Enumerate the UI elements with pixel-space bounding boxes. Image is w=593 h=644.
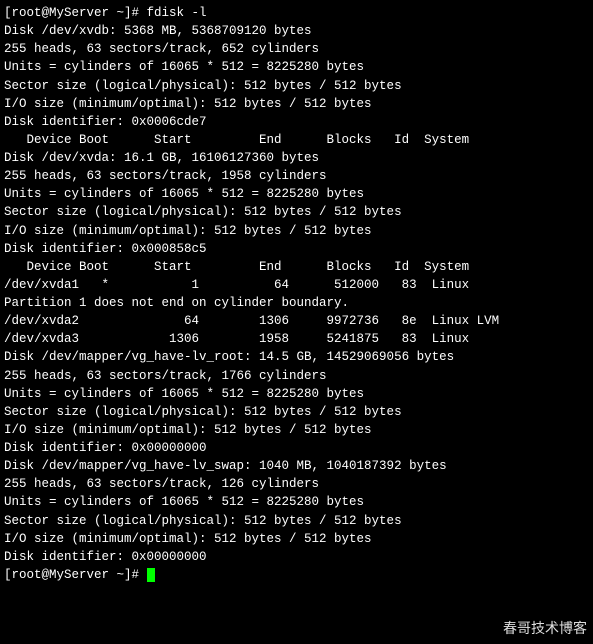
- disk-info: Disk identifier: 0x00000000: [4, 548, 589, 566]
- terminal-output: [root@MyServer ~]# fdisk -l Disk /dev/xv…: [4, 4, 589, 584]
- disk-info: Units = cylinders of 16065 * 512 = 82252…: [4, 58, 589, 76]
- disk-info: Sector size (logical/physical): 512 byte…: [4, 203, 589, 221]
- disk-info: Disk /dev/xvdb: 5368 MB, 5368709120 byte…: [4, 22, 589, 40]
- shell-prompt: [root@MyServer ~]#: [4, 6, 147, 20]
- disk-info: Units = cylinders of 16065 * 512 = 82252…: [4, 493, 589, 511]
- disk-info: I/O size (minimum/optimal): 512 bytes / …: [4, 95, 589, 113]
- disk-info: Sector size (logical/physical): 512 byte…: [4, 77, 589, 95]
- prompt-line[interactable]: [root@MyServer ~]#: [4, 566, 589, 584]
- disk-info: 255 heads, 63 sectors/track, 1766 cylind…: [4, 367, 589, 385]
- command-text: fdisk -l: [147, 6, 207, 20]
- disk-info: Disk identifier: 0x0006cde7: [4, 113, 589, 131]
- disk-info: Disk identifier: 0x000858c5: [4, 240, 589, 258]
- disk-info: 255 heads, 63 sectors/track, 652 cylinde…: [4, 40, 589, 58]
- disk-info: Disk identifier: 0x00000000: [4, 439, 589, 457]
- partition-row: /dev/xvda2 64 1306 9972736 8e Linux LVM: [4, 312, 589, 330]
- partition-warning: Partition 1 does not end on cylinder bou…: [4, 294, 589, 312]
- watermark-text: 春哥技术博客: [503, 618, 587, 638]
- shell-prompt: [root@MyServer ~]#: [4, 568, 147, 582]
- disk-info: Sector size (logical/physical): 512 byte…: [4, 403, 589, 421]
- disk-info: Units = cylinders of 16065 * 512 = 82252…: [4, 385, 589, 403]
- partition-row: /dev/xvda1 * 1 64 512000 83 Linux: [4, 276, 589, 294]
- disk-info: Disk /dev/xvda: 16.1 GB, 16106127360 byt…: [4, 149, 589, 167]
- disk-info: 255 heads, 63 sectors/track, 126 cylinde…: [4, 475, 589, 493]
- disk-info: I/O size (minimum/optimal): 512 bytes / …: [4, 222, 589, 240]
- disk-info: Disk /dev/mapper/vg_have-lv_swap: 1040 M…: [4, 457, 589, 475]
- disk-info: I/O size (minimum/optimal): 512 bytes / …: [4, 421, 589, 439]
- prompt-line: [root@MyServer ~]# fdisk -l: [4, 4, 589, 22]
- partition-header: Device Boot Start End Blocks Id System: [4, 131, 589, 149]
- disk-info: I/O size (minimum/optimal): 512 bytes / …: [4, 530, 589, 548]
- disk-info: Sector size (logical/physical): 512 byte…: [4, 512, 589, 530]
- cursor-icon: [147, 568, 155, 582]
- partition-row: /dev/xvda3 1306 1958 5241875 83 Linux: [4, 330, 589, 348]
- disk-info: 255 heads, 63 sectors/track, 1958 cylind…: [4, 167, 589, 185]
- partition-header: Device Boot Start End Blocks Id System: [4, 258, 589, 276]
- disk-info: Disk /dev/mapper/vg_have-lv_root: 14.5 G…: [4, 348, 589, 366]
- disk-info: Units = cylinders of 16065 * 512 = 82252…: [4, 185, 589, 203]
